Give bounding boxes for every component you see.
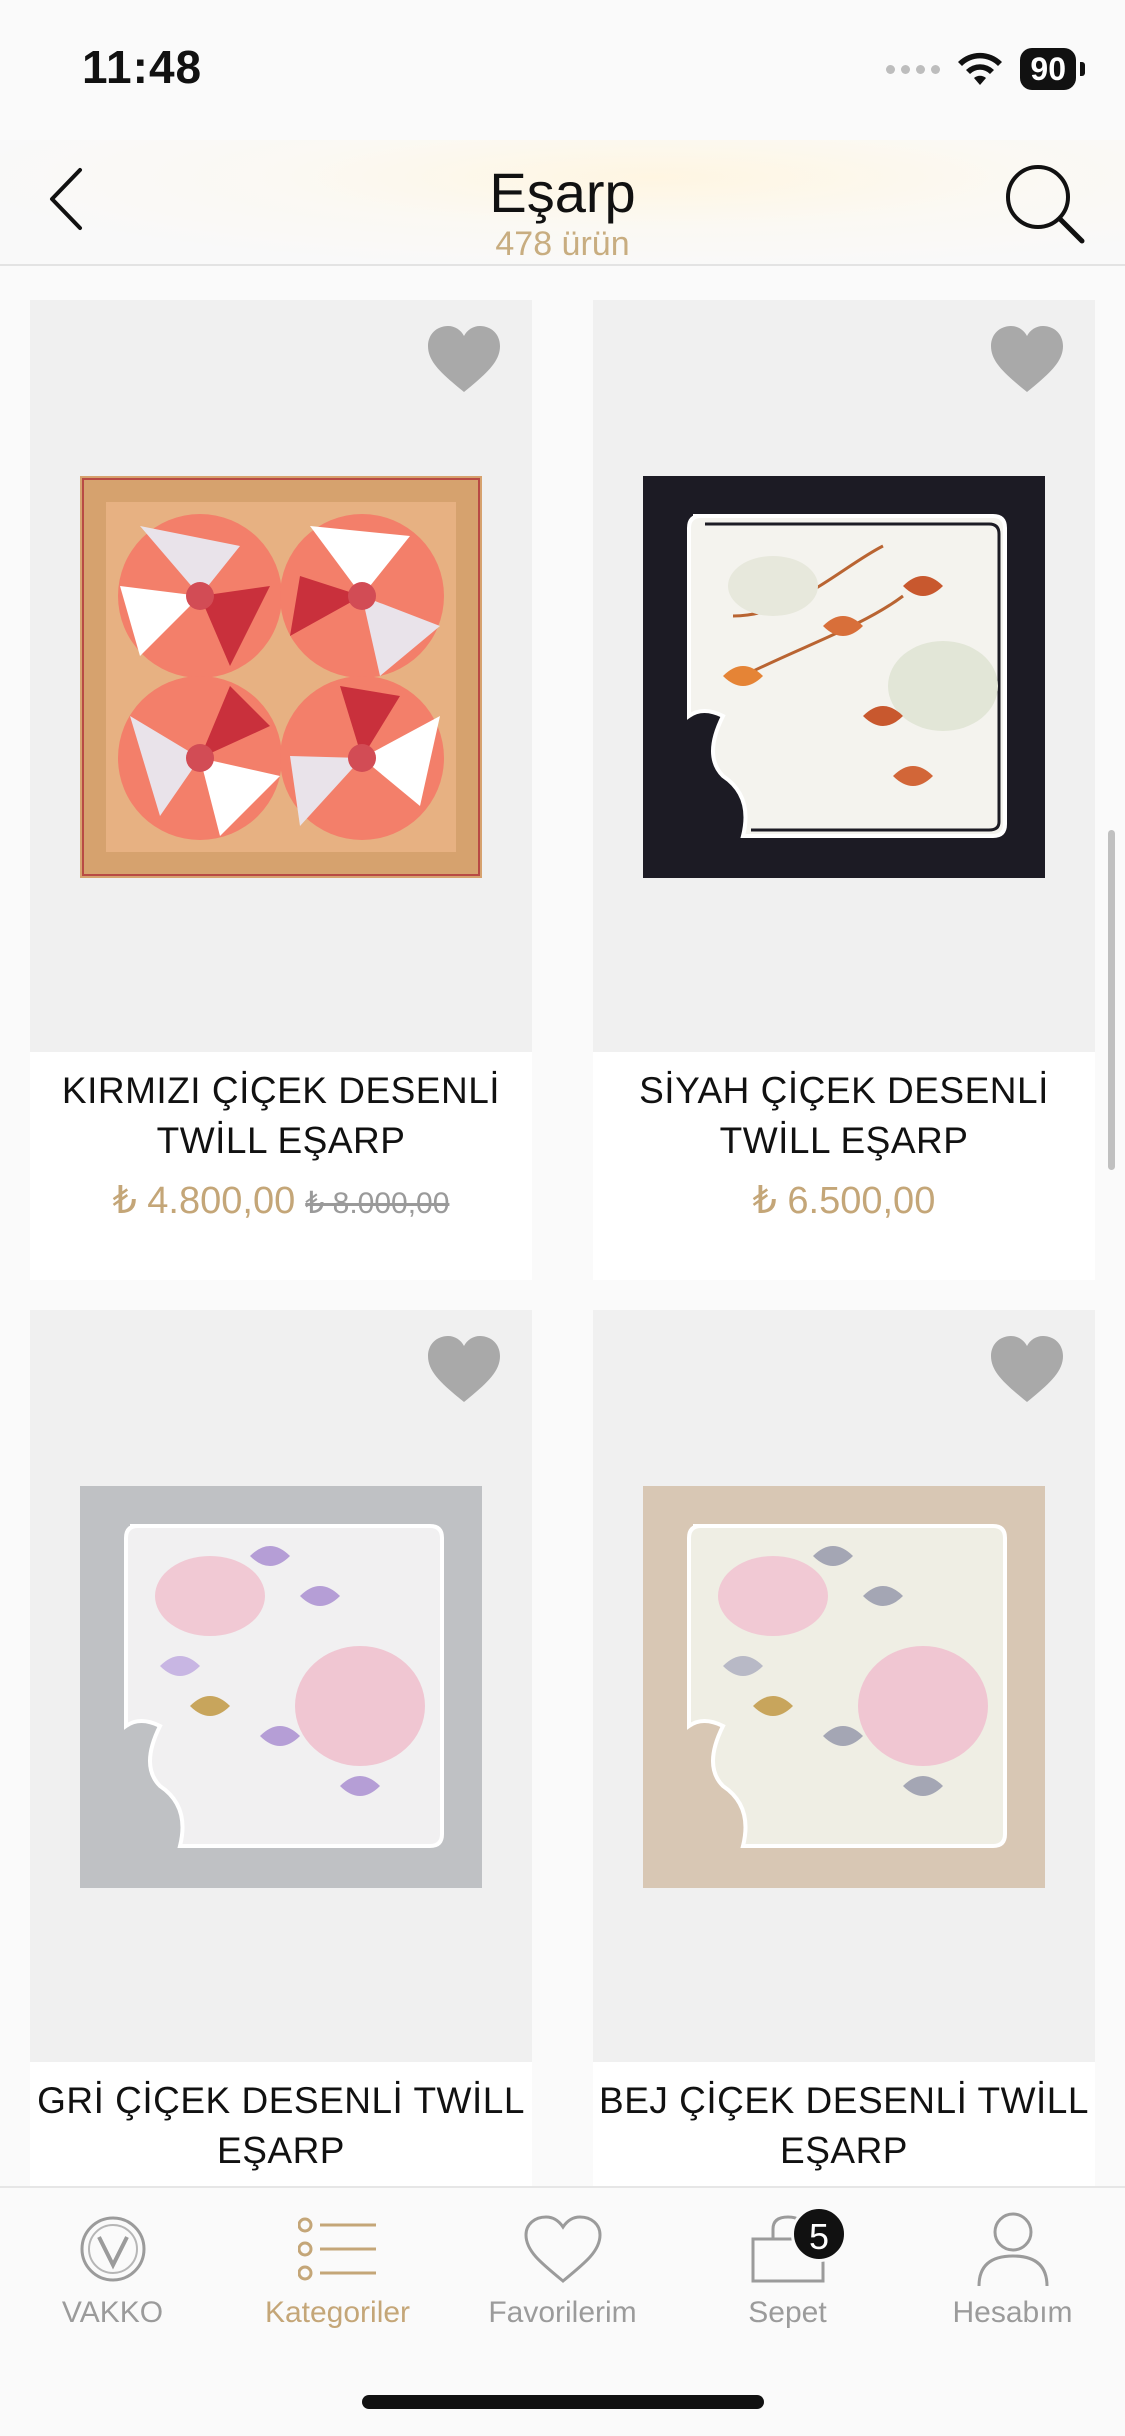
tab-label: Kategoriler xyxy=(264,2296,411,2329)
product-prices: ₺ 6.500,00 xyxy=(593,1178,1095,1223)
scrollbar[interactable] xyxy=(1108,830,1115,1170)
product-info: GRİ ÇİÇEK DESENLİ TWİLL EŞARP xyxy=(30,2062,532,2188)
tab-label: Favorilerim xyxy=(488,2296,637,2329)
heart-icon[interactable] xyxy=(424,1332,504,1406)
product-grid: KIRMIZI ÇİÇEK DESENLİ TWİLL EŞARP ₺ 4.80… xyxy=(0,268,1125,2188)
status-bar: 11:48 90 xyxy=(0,0,1125,140)
tab-favorilerim[interactable]: Favorilerim xyxy=(450,2206,675,2336)
product-card[interactable]: SİYAH ÇİÇEK DESENLİ TWİLL EŞARP ₺ 6.500,… xyxy=(593,300,1095,1280)
heart-icon[interactable] xyxy=(987,322,1067,396)
tab-vakko[interactable]: VAKKO xyxy=(0,2206,225,2336)
tab-kategoriler[interactable]: Kategoriler xyxy=(225,2206,450,2336)
product-old-price: ₺ 8.000,00 xyxy=(305,1187,450,1220)
product-name: KIRMIZI ÇİÇEK DESENLİ TWİLL EŞARP xyxy=(61,1070,501,1161)
product-image[interactable] xyxy=(30,1310,532,2062)
search-button[interactable] xyxy=(995,154,1095,254)
tab-hesabim[interactable]: Hesabım xyxy=(900,2206,1125,2336)
home-indicator[interactable] xyxy=(362,2395,764,2409)
tab-label: Hesabım xyxy=(952,2296,1073,2329)
product-card[interactable]: KIRMIZI ÇİÇEK DESENLİ TWİLL EŞARP ₺ 4.80… xyxy=(30,300,532,1280)
scarf-black-image xyxy=(643,476,1045,878)
status-indicators: 90 xyxy=(886,48,1085,90)
product-price: ₺ 6.500,00 xyxy=(752,1180,936,1222)
battery-tip xyxy=(1080,62,1085,76)
product-info: SİYAH ÇİÇEK DESENLİ TWİLL EŞARP ₺ 6.500,… xyxy=(593,1052,1095,1280)
product-image[interactable] xyxy=(593,1310,1095,2062)
tab-label: Sepet xyxy=(748,2296,827,2329)
cart-badge: 5 xyxy=(791,2206,847,2262)
wifi-icon xyxy=(956,51,1004,87)
product-info: KIRMIZI ÇİÇEK DESENLİ TWİLL EŞARP ₺ 4.80… xyxy=(30,1052,532,1280)
product-name: SİYAH ÇİÇEK DESENLİ TWİLL EŞARP xyxy=(639,1070,1049,1161)
heart-icon[interactable] xyxy=(987,1332,1067,1406)
product-price: ₺ 4.800,00 xyxy=(112,1180,296,1222)
signal-icon xyxy=(886,64,941,74)
scarf-red-image xyxy=(80,476,482,878)
heart-icon xyxy=(523,2215,602,2283)
status-time: 11:48 xyxy=(82,41,203,93)
page-title: Eşarp xyxy=(489,161,636,224)
tab-sepet[interactable]: 5 Sepet xyxy=(675,2206,900,2336)
vakko-logo-icon xyxy=(80,2216,145,2282)
product-card[interactable]: GRİ ÇİÇEK DESENLİ TWİLL EŞARP xyxy=(30,1310,532,2188)
product-name: BEJ ÇİÇEK DESENLİ TWİLL EŞARP xyxy=(599,2080,1089,2171)
app-header: Eşarp 478 ürün xyxy=(0,140,1125,266)
scarf-grey-image xyxy=(80,1486,482,1888)
product-info: BEJ ÇİÇEK DESENLİ TWİLL EŞARP xyxy=(593,2062,1095,2188)
tab-label: VAKKO xyxy=(61,2296,164,2329)
search-icon xyxy=(1006,165,1085,244)
product-image[interactable] xyxy=(593,300,1095,1052)
product-name: GRİ ÇİÇEK DESENLİ TWİLL EŞARP xyxy=(37,2080,525,2171)
product-card[interactable]: BEJ ÇİÇEK DESENLİ TWİLL EŞARP xyxy=(593,1310,1095,2188)
battery-icon: 90 xyxy=(1020,48,1076,90)
user-icon xyxy=(977,2212,1048,2287)
list-icon xyxy=(297,2217,376,2281)
product-prices: ₺ 4.800,00 ₺ 8.000,00 xyxy=(30,1178,532,1223)
scarf-beige-image xyxy=(643,1486,1045,1888)
product-count: 478 ürün xyxy=(495,225,630,263)
heart-icon[interactable] xyxy=(424,322,504,396)
product-image[interactable] xyxy=(30,300,532,1052)
